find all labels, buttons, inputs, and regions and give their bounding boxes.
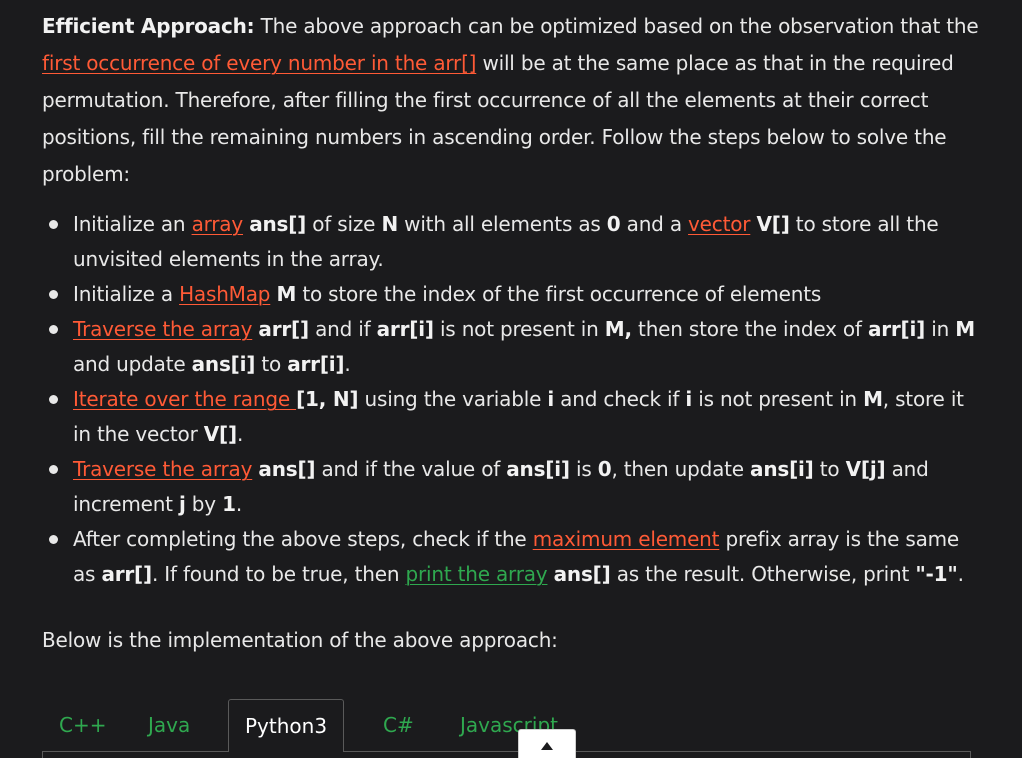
tab-csharp[interactable]: C# [383,699,414,751]
bullet-icon [49,535,58,544]
link-traverse-array-2[interactable]: Traverse the array [73,457,252,481]
bullet-icon [49,325,58,334]
link-print-array[interactable]: print the array [405,562,547,586]
list-item: Initialize an array ans[] of size N with… [42,207,982,277]
list-item: After completing the above steps, check … [42,522,982,592]
link-vector[interactable]: vector [688,212,750,236]
article-content: Efficient Approach: The above approach c… [42,8,982,659]
tab-java[interactable]: Java [148,699,190,751]
tooltip-box [518,729,576,758]
intro-heading: Efficient Approach: [42,14,255,38]
bullet-icon [49,395,58,404]
link-hashmap[interactable]: HashMap [179,282,270,306]
intro-paragraph: Efficient Approach: The above approach c… [42,14,979,186]
link-iterate-range[interactable]: Iterate over the range [73,387,296,411]
link-maximum-element[interactable]: maximum element [533,527,720,551]
code-panel [42,752,971,758]
list-item: Initialize a HashMap M to store the inde… [42,277,982,312]
link-first-occurrence[interactable]: first occurrence of every number in the … [42,51,476,75]
steps-list: Initialize an array ans[] of size N with… [42,207,982,592]
list-item: Iterate over the range [1, N] using the … [42,382,982,452]
language-tabs: C++ Java Python3 C# Javascript [42,699,971,758]
list-item: Traverse the array ans[] and if the valu… [42,452,982,522]
tab-cpp[interactable]: C++ [59,699,106,751]
bullet-icon [49,465,58,474]
implementation-intro: Below is the implementation of the above… [42,628,558,652]
caret-up-icon [541,742,553,750]
link-traverse-array[interactable]: Traverse the array [73,317,252,341]
tab-python3[interactable]: Python3 [228,699,345,754]
bullet-icon [49,220,58,229]
link-array[interactable]: array [192,212,244,236]
bullet-icon [49,290,58,299]
list-item: Traverse the array arr[] and if arr[i] i… [42,312,982,382]
